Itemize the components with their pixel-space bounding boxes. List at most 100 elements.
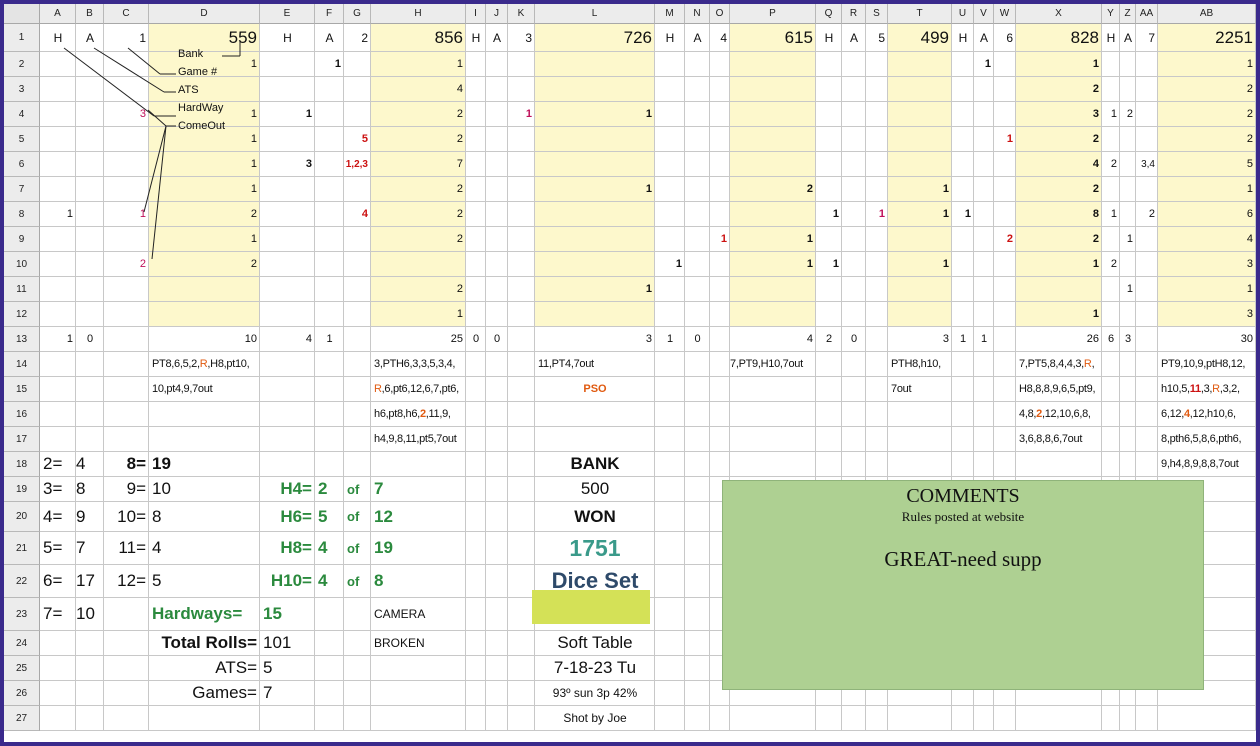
cell[interactable] [260, 302, 315, 327]
cell[interactable] [952, 427, 974, 452]
cell[interactable] [486, 402, 508, 427]
row-header-14[interactable]: 14 [4, 352, 40, 377]
cell[interactable] [974, 352, 994, 377]
cell[interactable] [1102, 177, 1120, 202]
cell[interactable] [371, 302, 466, 327]
column-header-i[interactable]: I [466, 4, 486, 24]
cell[interactable] [149, 152, 260, 177]
cell[interactable] [866, 77, 888, 102]
cell[interactable] [315, 706, 344, 731]
cell[interactable] [730, 427, 816, 452]
cell[interactable] [994, 452, 1016, 477]
cell[interactable] [685, 202, 710, 227]
cell[interactable] [1158, 102, 1256, 127]
cell[interactable] [1120, 452, 1136, 477]
cell[interactable] [842, 52, 866, 77]
comments-box[interactable]: COMMENTS Rules posted at website GREAT-n… [722, 480, 1204, 690]
cell[interactable] [816, 452, 842, 477]
cell[interactable] [730, 377, 816, 402]
cell[interactable] [486, 352, 508, 377]
cell[interactable] [315, 252, 344, 277]
cell[interactable] [466, 656, 486, 681]
cell[interactable] [371, 252, 466, 277]
cell[interactable] [260, 402, 315, 427]
cell[interactable] [535, 177, 655, 202]
cell[interactable] [710, 706, 730, 731]
cell[interactable] [685, 402, 710, 427]
cell[interactable] [655, 706, 685, 731]
cell[interactable] [1136, 706, 1158, 731]
cell[interactable] [685, 656, 710, 681]
column-header-v[interactable]: V [974, 4, 994, 24]
cell[interactable] [1016, 227, 1102, 252]
cell[interactable] [994, 252, 1016, 277]
cell[interactable] [816, 352, 842, 377]
cell[interactable] [466, 102, 486, 127]
cell[interactable] [371, 177, 466, 202]
cell[interactable] [866, 102, 888, 127]
cell[interactable] [816, 377, 842, 402]
cell[interactable] [952, 252, 974, 277]
cell[interactable] [466, 152, 486, 177]
cell[interactable] [842, 227, 866, 252]
row-header-26[interactable]: 26 [4, 681, 40, 706]
cell[interactable] [260, 277, 315, 302]
cell[interactable] [730, 706, 816, 731]
cell[interactable] [508, 302, 535, 327]
cell[interactable] [315, 402, 344, 427]
cell[interactable] [974, 227, 994, 252]
cell[interactable] [486, 452, 508, 477]
cell[interactable] [344, 427, 371, 452]
cell[interactable] [655, 227, 685, 252]
cell[interactable] [315, 656, 344, 681]
cell[interactable] [104, 377, 149, 402]
cell[interactable] [508, 681, 535, 706]
cell[interactable] [816, 302, 842, 327]
cell[interactable] [371, 102, 466, 127]
cell[interactable] [888, 227, 952, 252]
cell[interactable] [76, 52, 104, 77]
cell[interactable] [710, 127, 730, 152]
cell[interactable] [1136, 452, 1158, 477]
cell[interactable] [866, 252, 888, 277]
cell[interactable] [1120, 177, 1136, 202]
row-header-11[interactable]: 11 [4, 277, 40, 302]
column-header-p[interactable]: P [730, 4, 816, 24]
cell[interactable] [866, 52, 888, 77]
cell[interactable] [866, 427, 888, 452]
cell[interactable] [260, 427, 315, 452]
cell[interactable] [866, 177, 888, 202]
cell[interactable] [1120, 302, 1136, 327]
cell[interactable] [730, 52, 816, 77]
cell[interactable] [730, 77, 816, 102]
column-header-j[interactable]: J [486, 4, 508, 24]
column-header-o[interactable]: O [710, 4, 730, 24]
cell[interactable] [655, 127, 685, 152]
cell[interactable] [1158, 77, 1256, 102]
cell[interactable] [149, 327, 260, 352]
cell[interactable] [76, 152, 104, 177]
cell[interactable] [655, 681, 685, 706]
cell[interactable] [994, 77, 1016, 102]
cell[interactable] [466, 681, 486, 706]
cell[interactable] [1120, 52, 1136, 77]
cell[interactable] [508, 565, 535, 598]
cell[interactable] [508, 52, 535, 77]
cell[interactable] [486, 227, 508, 252]
cell[interactable] [685, 477, 710, 502]
column-header-m[interactable]: M [655, 4, 685, 24]
cell[interactable] [655, 565, 685, 598]
cell[interactable] [1102, 377, 1120, 402]
cell[interactable] [76, 277, 104, 302]
cell[interactable] [655, 402, 685, 427]
cell[interactable] [994, 402, 1016, 427]
cell[interactable] [974, 427, 994, 452]
cell[interactable] [710, 77, 730, 102]
cell[interactable] [371, 202, 466, 227]
column-header-g[interactable]: G [344, 4, 371, 24]
cell[interactable] [816, 706, 842, 731]
cell[interactable] [344, 377, 371, 402]
cell[interactable] [344, 598, 371, 631]
cell[interactable] [994, 377, 1016, 402]
cell[interactable] [466, 227, 486, 252]
